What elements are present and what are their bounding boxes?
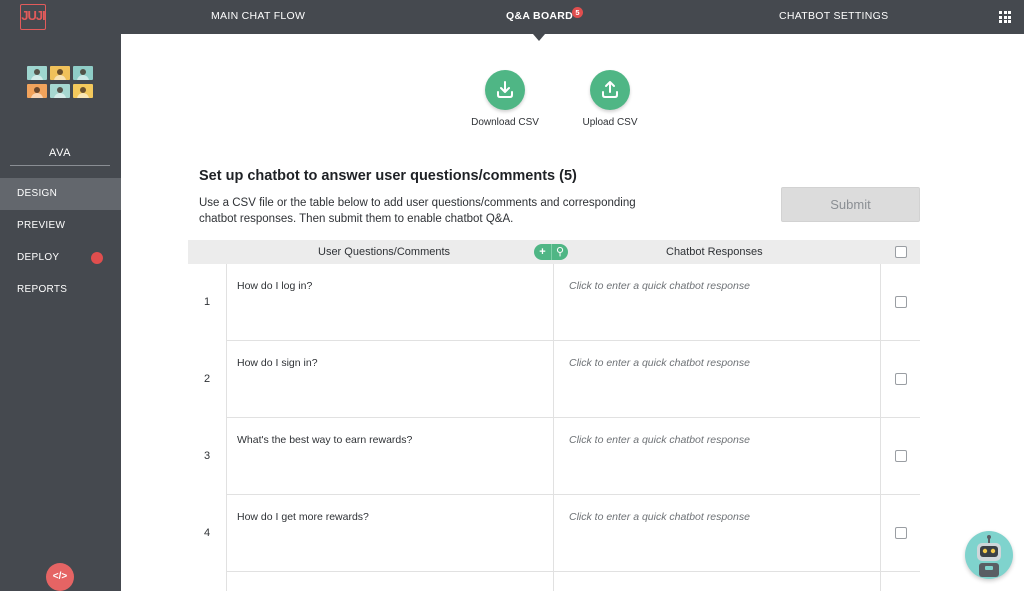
question-cell[interactable]: How do I get more rewards? [226, 495, 554, 572]
avatar [50, 66, 70, 80]
agent-avatars [27, 66, 93, 98]
row-number: 3 [188, 418, 226, 495]
row-checkbox[interactable] [895, 527, 907, 539]
question-cell[interactable]: What's the best way to earn rewards? [226, 418, 554, 495]
embed-code-button[interactable]: </> [46, 563, 74, 591]
tab-main-chat-flow[interactable]: MAIN CHAT FLOW [211, 0, 305, 34]
response-cell[interactable]: Click to enter a quick chatbot response [554, 264, 881, 341]
sidebar-item-deploy-label: DEPLOY [17, 252, 60, 263]
tab-qa-board-label: Q&A BOARD [506, 10, 574, 22]
question-cell[interactable] [226, 572, 554, 591]
question-cell[interactable]: How do I log in? [226, 264, 554, 341]
add-question-button[interactable]: + [534, 244, 551, 260]
table-row: 3 What's the best way to earn rewards? C… [188, 418, 920, 495]
response-cell[interactable] [554, 572, 881, 591]
tab-qa-board[interactable]: Q&A BOARD 5 [506, 0, 584, 34]
tab-chatbot-settings[interactable]: CHATBOT SETTINGS [779, 0, 888, 34]
row-checkbox[interactable] [895, 296, 907, 308]
page-description: Use a CSV file or the table below to add… [199, 197, 636, 225]
response-cell[interactable]: Click to enter a quick chatbot response [554, 495, 881, 572]
column-header-responses: Chatbot Responses [666, 246, 763, 258]
top-nav-bar: JUJI MAIN CHAT FLOW Q&A BOARD 5 CHATBOT … [0, 0, 1024, 34]
row-number: 4 [188, 495, 226, 572]
upload-csv-label: Upload CSV [582, 117, 638, 128]
avatar [27, 84, 47, 98]
response-cell[interactable]: Click to enter a quick chatbot response [554, 418, 881, 495]
juji-logo[interactable]: JUJI [20, 4, 46, 30]
search-questions-button[interactable]: ⚲ [551, 244, 568, 260]
qa-table-header: User Questions/Comments + ⚲ Chatbot Resp… [188, 240, 920, 264]
avatar [73, 84, 93, 98]
question-cell[interactable]: How do I sign in? [226, 341, 554, 418]
table-row: 1 How do I log in? Click to enter a quic… [188, 264, 920, 341]
response-cell[interactable]: Click to enter a quick chatbot response [554, 341, 881, 418]
table-row: 2 How do I sign in? Click to enter a qui… [188, 341, 920, 418]
table-row: 4 How do I get more rewards? Click to en… [188, 495, 920, 572]
avatar [73, 66, 93, 80]
avatar [50, 84, 70, 98]
row-number: 1 [188, 264, 226, 341]
chatbot-launcher-button[interactable] [965, 531, 1013, 579]
sidebar-item-reports[interactable]: REPORTS [0, 274, 121, 306]
sidebar: AVA DESIGN PREVIEW DEPLOY REPORTS </> [0, 34, 121, 591]
sidebar-item-preview[interactable]: PREVIEW [0, 210, 121, 242]
download-csv-button[interactable] [485, 70, 525, 110]
deploy-alert-dot [91, 252, 103, 264]
table-row [188, 572, 920, 591]
qa-count-badge: 5 [572, 7, 584, 18]
download-csv-label: Download CSV [471, 117, 539, 128]
avatar [27, 66, 47, 80]
page-title: Set up chatbot to answer user questions/… [199, 168, 577, 184]
active-tab-caret-icon [533, 34, 545, 41]
row-checkbox[interactable] [895, 450, 907, 462]
row-checkbox[interactable] [895, 373, 907, 385]
upload-csv-button[interactable] [590, 70, 630, 110]
grid-icon[interactable] [999, 11, 1011, 23]
agent-name: AVA [10, 147, 110, 166]
sidebar-item-deploy[interactable]: DEPLOY [0, 242, 121, 274]
row-number: 2 [188, 341, 226, 418]
download-icon [497, 81, 513, 98]
upload-icon [602, 81, 618, 98]
robot-icon [977, 535, 1001, 577]
sidebar-item-design[interactable]: DESIGN [0, 178, 121, 210]
column-header-questions: User Questions/Comments [318, 246, 451, 258]
submit-button[interactable]: Submit [781, 187, 920, 222]
select-all-checkbox[interactable] [895, 246, 907, 258]
